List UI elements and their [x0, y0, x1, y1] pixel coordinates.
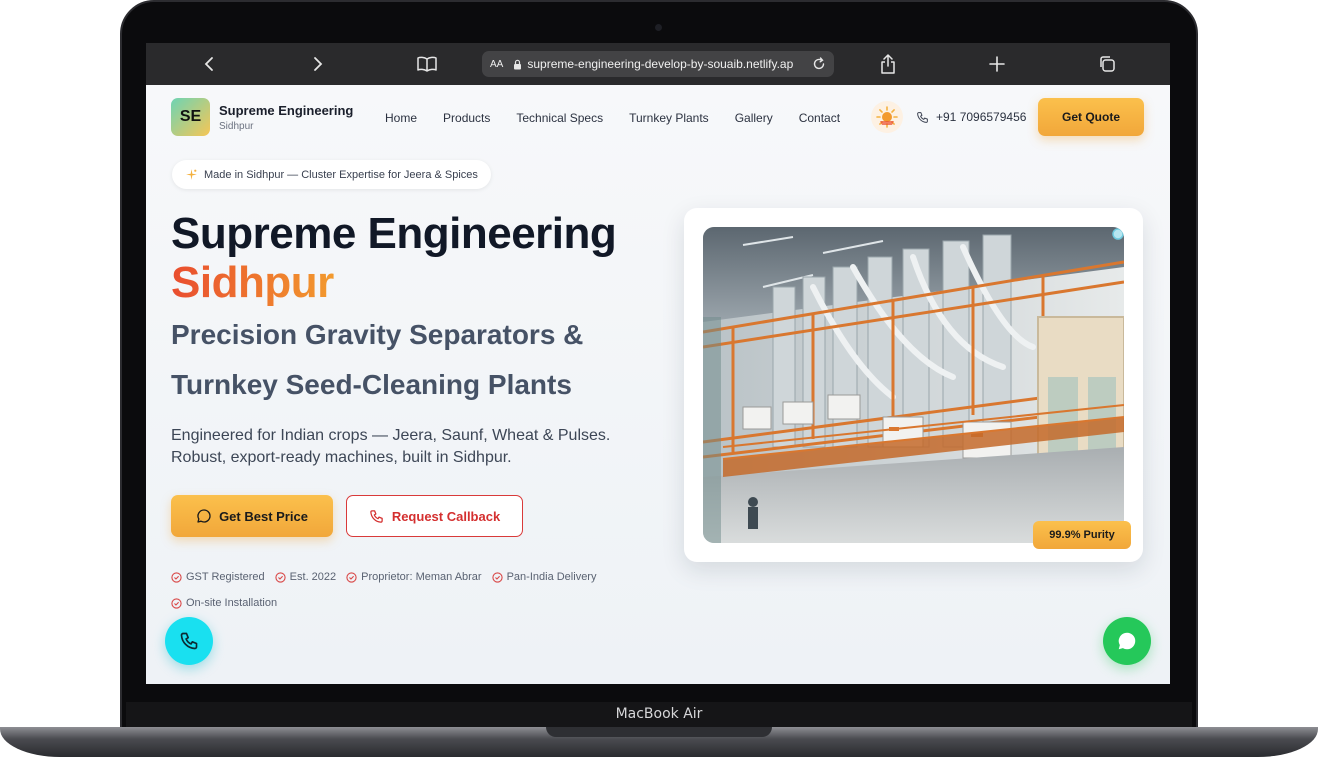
check-circle-icon [491, 571, 503, 583]
floating-call-button[interactable] [165, 617, 213, 665]
purity-badge: 99.9% Purity [1033, 521, 1131, 549]
hero-image-card [684, 208, 1143, 562]
request-callback-button[interactable]: Request Callback [346, 495, 523, 537]
hero-title: Supreme Engineering [171, 209, 617, 258]
chevron-left-icon[interactable] [197, 52, 221, 76]
main-nav: Home Products Technical Specs Turnkey Pl… [385, 111, 866, 125]
hero-subtitle-line1: Precision Gravity Separators & [171, 319, 584, 350]
website: SE Supreme Engineering Sidhpur Home Prod… [146, 85, 1170, 684]
trust-row-2: On-site Installation [171, 597, 277, 609]
lock-icon [514, 59, 522, 69]
brand-name[interactable]: Supreme Engineering [219, 103, 353, 118]
floating-whatsapp-button[interactable] [1103, 617, 1151, 665]
hero-title-highlight: Sidhpur [171, 258, 334, 307]
sparkle-icon [186, 169, 197, 180]
trust-item: On-site Installation [171, 597, 277, 609]
header-phone-link[interactable]: +91 7096579456 [916, 110, 1026, 124]
origin-badge-text: Made in Sidhpur — Cluster Expertise for … [204, 168, 478, 181]
hero-description: Engineered for Indian crops — Jeera, Sau… [171, 427, 611, 466]
get-quote-button[interactable]: Get Quote [1038, 98, 1144, 136]
device-label: MacBook Air [615, 706, 703, 722]
device-stage: AA supreme-engineering-develop-by-souaib… [0, 0, 1318, 757]
chevron-right-icon[interactable] [306, 52, 330, 76]
plus-icon[interactable] [985, 52, 1009, 76]
hero-subtitle-line2: Turnkey Seed-Cleaning Plants [171, 369, 572, 400]
sun-icon[interactable] [871, 101, 903, 133]
reload-icon[interactable] [812, 57, 826, 71]
check-circle-icon [346, 571, 357, 583]
trust-item: Proprietor: Meman Abrar [346, 571, 482, 583]
trust-item: Pan-India Delivery [491, 571, 596, 583]
chat-icon [197, 509, 211, 523]
origin-badge: Made in Sidhpur — Cluster Expertise for … [172, 160, 491, 189]
trust-item: GST Registered [171, 571, 265, 583]
laptop-notch [546, 727, 772, 737]
phone-icon [180, 632, 198, 650]
laptop-screen: AA supreme-engineering-develop-by-souaib… [146, 43, 1170, 684]
browser-toolbar: AA supreme-engineering-develop-by-souaib… [146, 43, 1170, 85]
get-best-price-button[interactable]: Get Best Price [171, 495, 333, 537]
chat-icon [1118, 632, 1136, 650]
trust-row-1: GST Registered Est. 2022 Proprietor: Mem… [171, 571, 596, 583]
nav-gallery[interactable]: Gallery [735, 111, 773, 125]
book-icon[interactable] [415, 52, 439, 76]
brand-location: Sidhpur [219, 121, 254, 132]
check-circle-icon [171, 571, 182, 583]
nav-turnkey-plants[interactable]: Turnkey Plants [629, 111, 709, 125]
url-text: supreme-engineering-develop-by-souaib.ne… [527, 57, 794, 71]
nav-products[interactable]: Products [443, 111, 490, 125]
phone-icon [370, 509, 383, 523]
check-circle-icon [275, 571, 286, 583]
check-circle-icon [171, 597, 182, 609]
tabs-icon[interactable] [1095, 52, 1119, 76]
header-phone-number: +91 7096579456 [936, 110, 1027, 124]
webcam [655, 24, 662, 31]
phone-icon [917, 111, 928, 123]
nav-technical-specs[interactable]: Technical Specs [516, 111, 603, 125]
request-callback-label: Request Callback [391, 508, 501, 524]
trust-item: Est. 2022 [275, 571, 336, 583]
address-bar[interactable]: AA supreme-engineering-develop-by-souaib… [482, 51, 834, 77]
nav-contact[interactable]: Contact [799, 111, 840, 125]
nav-home[interactable]: Home [385, 111, 417, 125]
share-icon[interactable] [876, 52, 900, 76]
brand-logo[interactable]: SE [171, 98, 210, 136]
get-best-price-label: Get Best Price [219, 508, 308, 524]
plant-photo[interactable] [703, 227, 1124, 543]
text-size-button[interactable]: AA [490, 59, 503, 70]
